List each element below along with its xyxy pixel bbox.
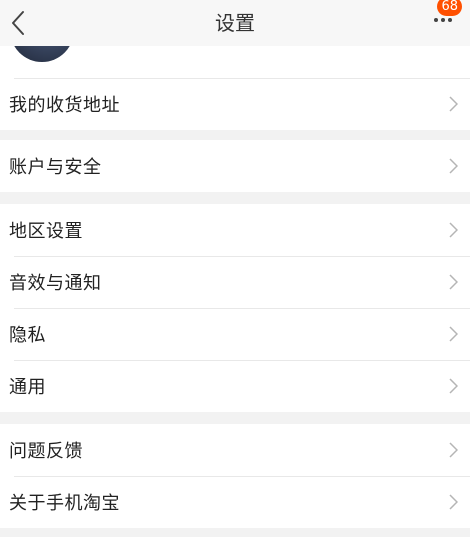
settings-item-label: 地区设置 [9, 221, 83, 242]
chevron-right-icon [449, 274, 458, 290]
profile-section[interactable] [0, 46, 470, 78]
chevron-right-icon [449, 442, 458, 458]
page-title: 设置 [215, 11, 255, 35]
settings-item-label: 通用 [9, 377, 46, 398]
settings-item-label: 问题反馈 [9, 441, 83, 462]
settings-item-address[interactable]: 我的收货地址 [0, 78, 470, 130]
navigation-bar: 设置 68 [0, 0, 470, 46]
notification-badge: 68 [437, 0, 462, 16]
settings-item-label: 隐私 [9, 325, 46, 346]
chevron-right-icon [449, 158, 458, 174]
settings-item-label: 我的收货地址 [9, 95, 120, 116]
chevron-right-icon [449, 96, 458, 112]
settings-item-sound-notification[interactable]: 音效与通知 [0, 256, 470, 308]
chevron-right-icon [449, 494, 458, 510]
settings-item-general[interactable]: 通用 [0, 360, 470, 412]
chevron-right-icon [449, 326, 458, 342]
settings-item-privacy[interactable]: 隐私 [0, 308, 470, 360]
settings-item-label: 账户与安全 [9, 157, 102, 178]
settings-group-account: 账户与安全 [0, 140, 470, 192]
chevron-right-icon [449, 222, 458, 238]
avatar[interactable] [10, 46, 74, 62]
more-dots-icon [434, 18, 452, 22]
chevron-right-icon [449, 378, 458, 394]
more-button[interactable]: 68 [430, 0, 464, 46]
settings-item-about[interactable]: 关于手机淘宝 [0, 476, 470, 528]
settings-item-label: 音效与通知 [9, 273, 102, 294]
settings-group-general: 地区设置 音效与通知 隐私 通用 [0, 204, 470, 412]
settings-item-account-security[interactable]: 账户与安全 [0, 140, 470, 192]
settings-item-region[interactable]: 地区设置 [0, 204, 470, 256]
settings-item-label: 关于手机淘宝 [9, 493, 120, 514]
settings-group-help: 问题反馈 关于手机淘宝 [0, 424, 470, 528]
settings-group-address: 我的收货地址 [0, 78, 470, 130]
settings-item-feedback[interactable]: 问题反馈 [0, 424, 470, 476]
